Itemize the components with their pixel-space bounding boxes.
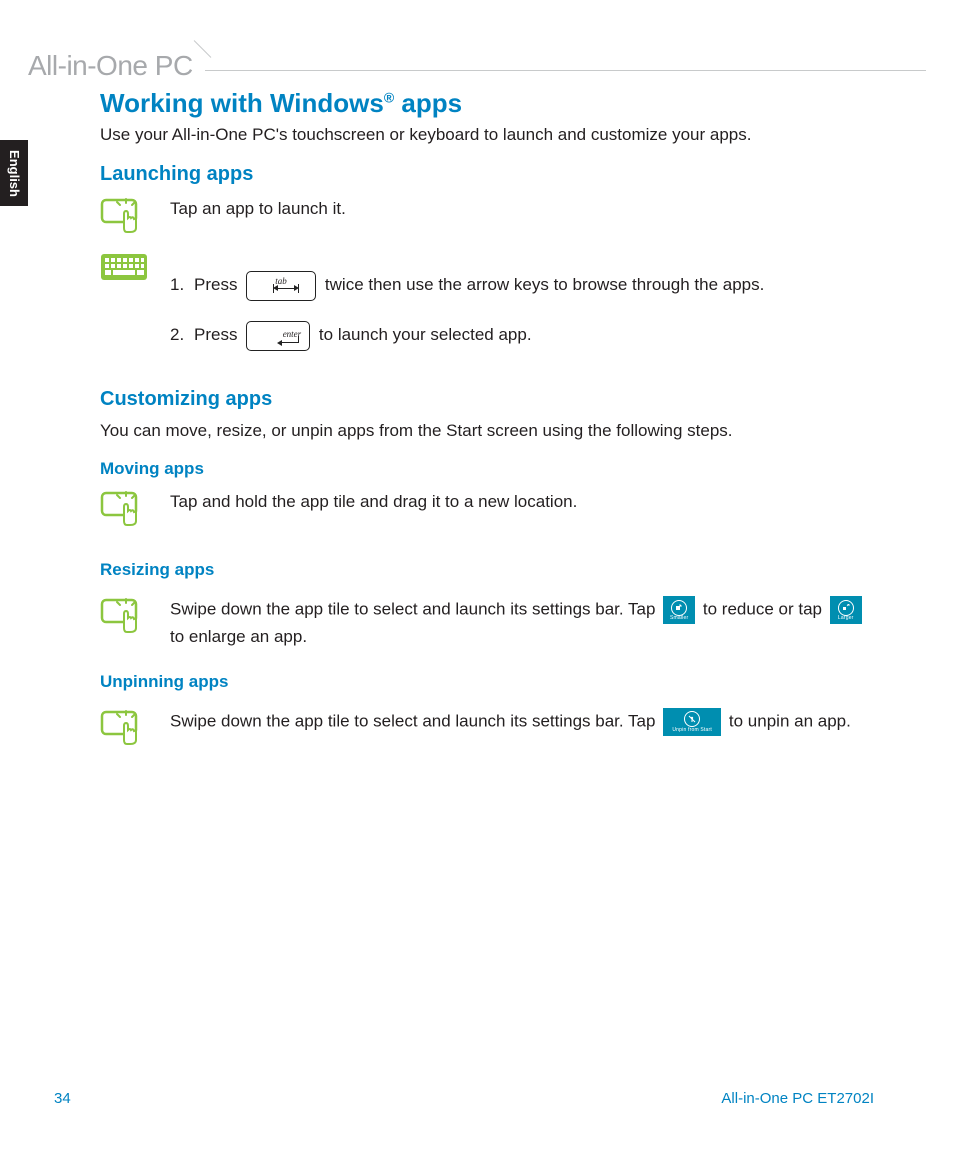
smaller-label: Smaller <box>663 615 695 623</box>
page-content: Working with Windows® apps Use your All-… <box>100 88 874 759</box>
unpinning-text: Swipe down the app tile to select and la… <box>170 708 874 736</box>
resizing-text-a: Swipe down the app tile to select and la… <box>170 599 660 618</box>
resizing-text: Swipe down the app tile to select and la… <box>170 596 874 650</box>
larger-tile-icon: Larger <box>830 596 862 624</box>
footer-model: All-in-One PC ET2702I <box>721 1090 874 1107</box>
unpin-label: Unpin from Start <box>663 727 721 735</box>
unpinning-row: Swipe down the app tile to select and la… <box>100 708 874 751</box>
touch-drag-icon <box>100 489 146 527</box>
tab-key-label: tab <box>275 273 287 290</box>
customizing-apps-heading: Customizing apps <box>100 388 874 411</box>
launching-touch-row: Tap an app to launch it. <box>100 196 874 239</box>
resizing-apps-heading: Resizing apps <box>100 560 874 580</box>
resizing-text-b: to reduce or tap <box>703 599 827 618</box>
resizing-text-c: to enlarge an app. <box>170 627 307 646</box>
page-footer: 34 All-in-One PC ET2702I <box>54 1090 874 1107</box>
larger-label: Larger <box>830 615 862 623</box>
language-tab: English <box>0 140 28 206</box>
keyboard-steps: Press tab twice then use the arrow keys … <box>170 269 874 352</box>
header-rule <box>205 70 926 71</box>
smaller-tile-icon: Smaller <box>663 596 695 624</box>
moving-row: Tap and hold the app tile and drag it to… <box>100 489 874 532</box>
language-label: English <box>7 150 22 197</box>
product-line: All-in-One PC <box>28 50 205 82</box>
step-1: Press tab twice then use the arrow keys … <box>194 269 874 301</box>
step-2: Press enter to launch your selected app. <box>194 319 874 351</box>
page-title: Working with Windows® apps <box>100 88 874 119</box>
step1-text-b: twice then use the arrow keys to browse … <box>325 275 764 294</box>
resizing-row: Swipe down the app tile to select and la… <box>100 596 874 650</box>
touch-swipe-icon-2 <box>100 708 146 746</box>
title-post: apps <box>394 88 462 118</box>
page-number: 34 <box>54 1090 71 1107</box>
launching-tap-text: Tap an app to launch it. <box>170 196 874 222</box>
touch-swipe-icon <box>100 596 146 634</box>
touch-tap-icon <box>100 196 146 234</box>
moving-apps-heading: Moving apps <box>100 459 874 479</box>
page-intro: Use your All-in-One PC's touchscreen or … <box>100 125 874 145</box>
unpinning-text-a: Swipe down the app tile to select and la… <box>170 711 660 730</box>
launching-apps-heading: Launching apps <box>100 163 874 186</box>
step1-text-a: Press <box>194 275 242 294</box>
unpinning-text-b: to unpin an app. <box>729 711 851 730</box>
unpin-tile-icon: Unpin from Start <box>663 708 721 736</box>
unpinning-apps-heading: Unpinning apps <box>100 672 874 692</box>
launching-keyboard-row: Press tab twice then use the arrow keys … <box>100 251 874 370</box>
moving-text: Tap and hold the app tile and drag it to… <box>170 489 874 515</box>
keyboard-icon <box>100 253 148 281</box>
step2-text-b: to launch your selected app. <box>319 325 532 344</box>
customizing-intro: You can move, resize, or unpin apps from… <box>100 421 874 441</box>
step2-text-a: Press <box>194 325 242 344</box>
page-header: All-in-One PC <box>28 50 926 82</box>
title-pre: Working with Windows <box>100 88 384 118</box>
tab-key-icon: tab <box>246 271 316 301</box>
enter-key-icon: enter <box>246 321 310 351</box>
registered-mark: ® <box>384 89 394 105</box>
